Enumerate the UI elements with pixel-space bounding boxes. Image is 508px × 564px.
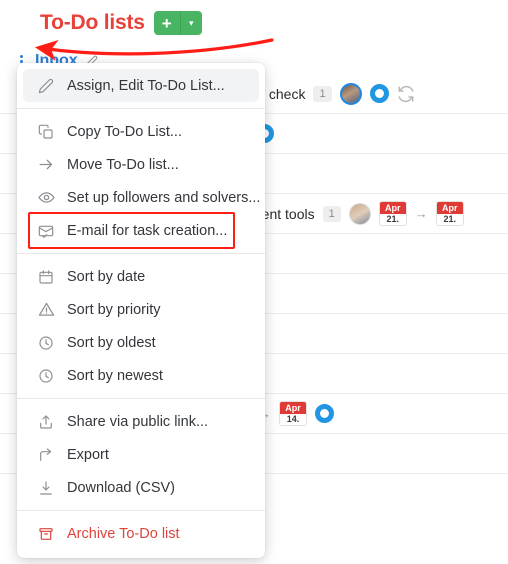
- todo-list-context-menu: Assign, Edit To-Do List... Copy To-Do Li…: [17, 63, 265, 558]
- menu-item-label: Move To-Do list...: [67, 156, 179, 173]
- clock-icon: [35, 366, 57, 386]
- menu-item-sort-by-oldest[interactable]: Sort by oldest: [23, 326, 259, 359]
- date-range-arrow: →: [414, 206, 428, 221]
- menu-item-sort-by-priority[interactable]: Sort by priority: [23, 293, 259, 326]
- task-title: s check: [258, 85, 306, 102]
- menu-item-label: Sort by oldest: [67, 334, 156, 351]
- due-date-day: 14.: [286, 413, 300, 424]
- menu-item-archive-list[interactable]: Archive To-Do list: [23, 517, 259, 550]
- due-date-month: Apr: [436, 202, 463, 214]
- menu-item-copy-list[interactable]: Copy To-Do List...: [23, 115, 259, 148]
- menu-separator: [17, 253, 265, 254]
- avatar[interactable]: [339, 82, 362, 105]
- subtask-count-badge: 1: [322, 205, 341, 222]
- menu-separator: [17, 398, 265, 399]
- menu-item-label: Archive To-Do list: [67, 525, 180, 542]
- menu-item-label: Assign, Edit To-Do List...: [67, 77, 225, 94]
- status-ring-icon[interactable]: [315, 404, 334, 423]
- copy-icon: [35, 122, 57, 142]
- menu-item-label: Export: [67, 446, 109, 463]
- start-date-month: Apr: [379, 202, 406, 214]
- pencil-icon: [35, 76, 57, 96]
- download-icon: [35, 478, 57, 498]
- avatar[interactable]: [348, 202, 371, 225]
- share-upload-icon: [35, 412, 57, 432]
- menu-item-share-public-link[interactable]: Share via public link...: [23, 405, 259, 438]
- status-ring-icon[interactable]: [369, 84, 389, 103]
- menu-item-label: Copy To-Do List...: [67, 123, 182, 140]
- menu-item-label: E-mail for task creation...: [67, 222, 228, 239]
- menu-item-label: Sort by newest: [67, 367, 163, 384]
- menu-item-label: Set up followers and solvers...: [67, 189, 261, 206]
- menu-separator: [17, 108, 265, 109]
- menu-item-export[interactable]: Export: [23, 438, 259, 471]
- warning-triangle-icon: [35, 300, 57, 320]
- menu-item-label: Share via public link...: [67, 413, 209, 430]
- archive-box-icon: [35, 524, 57, 544]
- due-date-month: Apr: [280, 402, 306, 414]
- eye-icon: [35, 188, 57, 208]
- start-date-chip[interactable]: Apr 21.: [378, 201, 407, 226]
- menu-item-label: Sort by date: [67, 268, 146, 285]
- start-date-day: 21.: [386, 213, 399, 224]
- subtask-count-badge: 1: [313, 85, 332, 102]
- add-todo-list-split-button[interactable]: + ▾: [153, 11, 202, 35]
- menu-item-label: Sort by priority: [67, 301, 161, 318]
- due-date-day: 21.: [443, 213, 456, 224]
- menu-item-sort-by-newest[interactable]: Sort by newest: [23, 359, 259, 392]
- menu-item-sort-by-date[interactable]: Sort by date: [23, 260, 259, 293]
- due-date-chip[interactable]: Apr 14.: [279, 401, 307, 426]
- arrow-right-icon: [35, 155, 57, 175]
- menu-item-label: Download (CSV): [67, 479, 175, 496]
- page-title: To-Do lists: [40, 11, 145, 34]
- menu-separator: [17, 510, 265, 511]
- arrow-curve-right-icon: [35, 445, 57, 465]
- menu-item-followers-solvers[interactable]: Set up followers and solvers...: [23, 181, 261, 214]
- envelope-check-icon: [35, 221, 57, 241]
- clock-icon: [35, 333, 57, 353]
- menu-item-assign-edit[interactable]: Assign, Edit To-Do List...: [23, 69, 259, 102]
- menu-item-download-csv[interactable]: Download (CSV): [23, 471, 259, 504]
- add-todo-list-dropdown-caret[interactable]: ▾: [179, 11, 202, 35]
- due-date-chip[interactable]: Apr 21.: [435, 201, 464, 226]
- sync-icon[interactable]: [397, 85, 415, 103]
- page-header: To-Do lists + ▾: [0, 6, 508, 40]
- calendar-icon: [35, 267, 57, 287]
- menu-item-email-task-creation[interactable]: E-mail for task creation...: [23, 212, 259, 249]
- add-todo-list-button[interactable]: +: [153, 11, 180, 35]
- menu-item-move-list[interactable]: Move To-Do list...: [23, 148, 259, 181]
